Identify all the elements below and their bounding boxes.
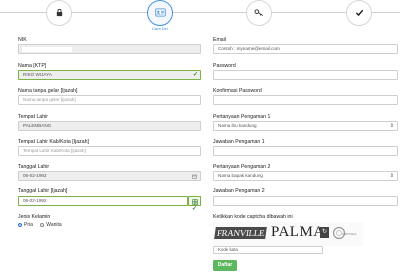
email-input[interactable]: Contoh : myname@email.com: [213, 44, 398, 54]
chevron-updown-icon: ⇕: [389, 123, 394, 129]
email-label: Email: [213, 37, 226, 43]
tanggal-lahir-ijazah-label: Tanggal Lahir [Ijazah]: [18, 188, 68, 194]
daftar-button[interactable]: Daftar: [213, 260, 237, 271]
tanggal-lahir-label: Tanggal Lahir: [18, 164, 50, 170]
nama-ktp-field[interactable]: RIKO WIJAYA ✓: [18, 70, 201, 80]
refresh-captcha-icon[interactable]: ↻: [320, 227, 329, 238]
radio-pria[interactable]: [18, 222, 22, 227]
konfirmasi-password-input[interactable]: [213, 95, 398, 105]
check-icon: [355, 4, 364, 22]
gender-option-pria[interactable]: Pria: [18, 222, 33, 228]
password-label: Password: [213, 63, 236, 69]
pertanyaan2-select[interactable]: Nama bapak kandung ⇕: [213, 171, 398, 181]
pertanyaan1-label: Pertanyaan Pengaman 1: [213, 114, 271, 120]
tanggal-lahir-ijazah-value: 06-02-1992: [23, 198, 47, 203]
active-step-caption: Data Diri: [152, 26, 168, 31]
captcha-brand-logo: CAPTCHA: [332, 226, 356, 240]
step-data-diri[interactable]: [147, 0, 173, 26]
tanggal-lahir-field[interactable]: 06-02-1992: [18, 171, 201, 181]
captcha-word-2: PALMA: [271, 224, 325, 240]
captcha-input[interactable]: Kode kata: [213, 246, 323, 254]
tempat-lahir-value: PALEMBANG: [23, 123, 52, 128]
step-login[interactable]: [46, 0, 72, 26]
step-keamanan[interactable]: [246, 0, 272, 26]
id-card-icon: [154, 4, 166, 22]
nik-label: NIK: [18, 37, 27, 43]
captcha-input-value: Kode kata: [218, 247, 238, 252]
jawaban2-label: Jawaban Pengaman 2: [213, 188, 265, 194]
gender-label-wanita: Wanita: [46, 222, 62, 228]
radio-wanita[interactable]: [40, 222, 45, 227]
step-selesai[interactable]: [346, 0, 372, 26]
tanggal-lahir-ijazah-input[interactable]: 06-02-1992: [18, 196, 188, 206]
tempat-lahir-label: Tempat Lahir: [18, 114, 48, 120]
captcha-brand-text: CAPTCHA: [342, 232, 357, 236]
jenis-kelamin-label: Jenis Kelamin: [18, 214, 51, 220]
captcha-image: FRANVILLE PALMA ↻ CAPTCHA: [213, 222, 363, 246]
pertanyaan2-label: Pertanyaan Pengaman 2: [213, 164, 271, 170]
nama-gelar-input[interactable]: Nama tanpa gelar [Ijazah]: [18, 95, 201, 105]
lock-icon: [55, 4, 64, 22]
konfirmasi-password-label: Konfirmasi Password: [213, 88, 262, 94]
tanggal-lahir-value: 06-02-1992: [23, 173, 47, 178]
chevron-updown-icon: ⇕: [389, 173, 394, 179]
tempat-lahir-field[interactable]: PALEMBANG: [18, 121, 201, 131]
gender-label-pria: Pria: [24, 222, 33, 228]
daftar-button-label: Daftar: [217, 262, 233, 268]
valid-check-icon: ✓: [192, 72, 198, 78]
pertanyaan2-value: Nama bapak kandung: [218, 173, 263, 178]
pertanyaan1-select[interactable]: Nama ibu kandung ⇕: [213, 121, 398, 131]
email-placeholder: Contoh : myname@email.com: [218, 46, 280, 51]
jawaban1-input[interactable]: [213, 146, 398, 156]
calendar-icon: [192, 174, 197, 180]
captcha-word-1: FRANVILLE: [214, 227, 268, 239]
tempat-lahir-ijazah-placeholder: Tempat Lahir Kab/Kota [Ijazah]: [23, 148, 86, 153]
captcha-label: Ketikkan kode captcha dibawah ini: [213, 214, 293, 220]
jawaban1-label: Jawaban Pengaman 1: [213, 139, 265, 145]
gender-option-wanita[interactable]: Wanita: [40, 222, 62, 228]
key-icon: [254, 4, 264, 22]
nama-ktp-label: Nama [KTP]: [18, 63, 47, 69]
tempat-lahir-ijazah-input[interactable]: Tempat Lahir Kab/Kota [Ijazah]: [18, 146, 201, 156]
nama-gelar-label: Nama tanpa gelar [Ijazah]: [18, 88, 78, 94]
jawaban2-input[interactable]: [213, 196, 398, 206]
pertanyaan1-value: Nama ibu kandung: [218, 123, 257, 128]
nama-ktp-value: RIKO WIJAYA: [23, 72, 52, 77]
gender-radio-group: Pria Wanita: [18, 222, 62, 228]
tempat-lahir-ijazah-label: Tempat Lahir Kab/Kota [Ijazah]: [18, 139, 89, 145]
password-input[interactable]: [213, 70, 398, 80]
nik-field[interactable]: [18, 44, 201, 54]
tanggal-valid-check-icon: ✓: [192, 206, 198, 212]
nik-masked-value: [22, 47, 72, 52]
nama-gelar-placeholder: Nama tanpa gelar [Ijazah]: [23, 97, 76, 102]
